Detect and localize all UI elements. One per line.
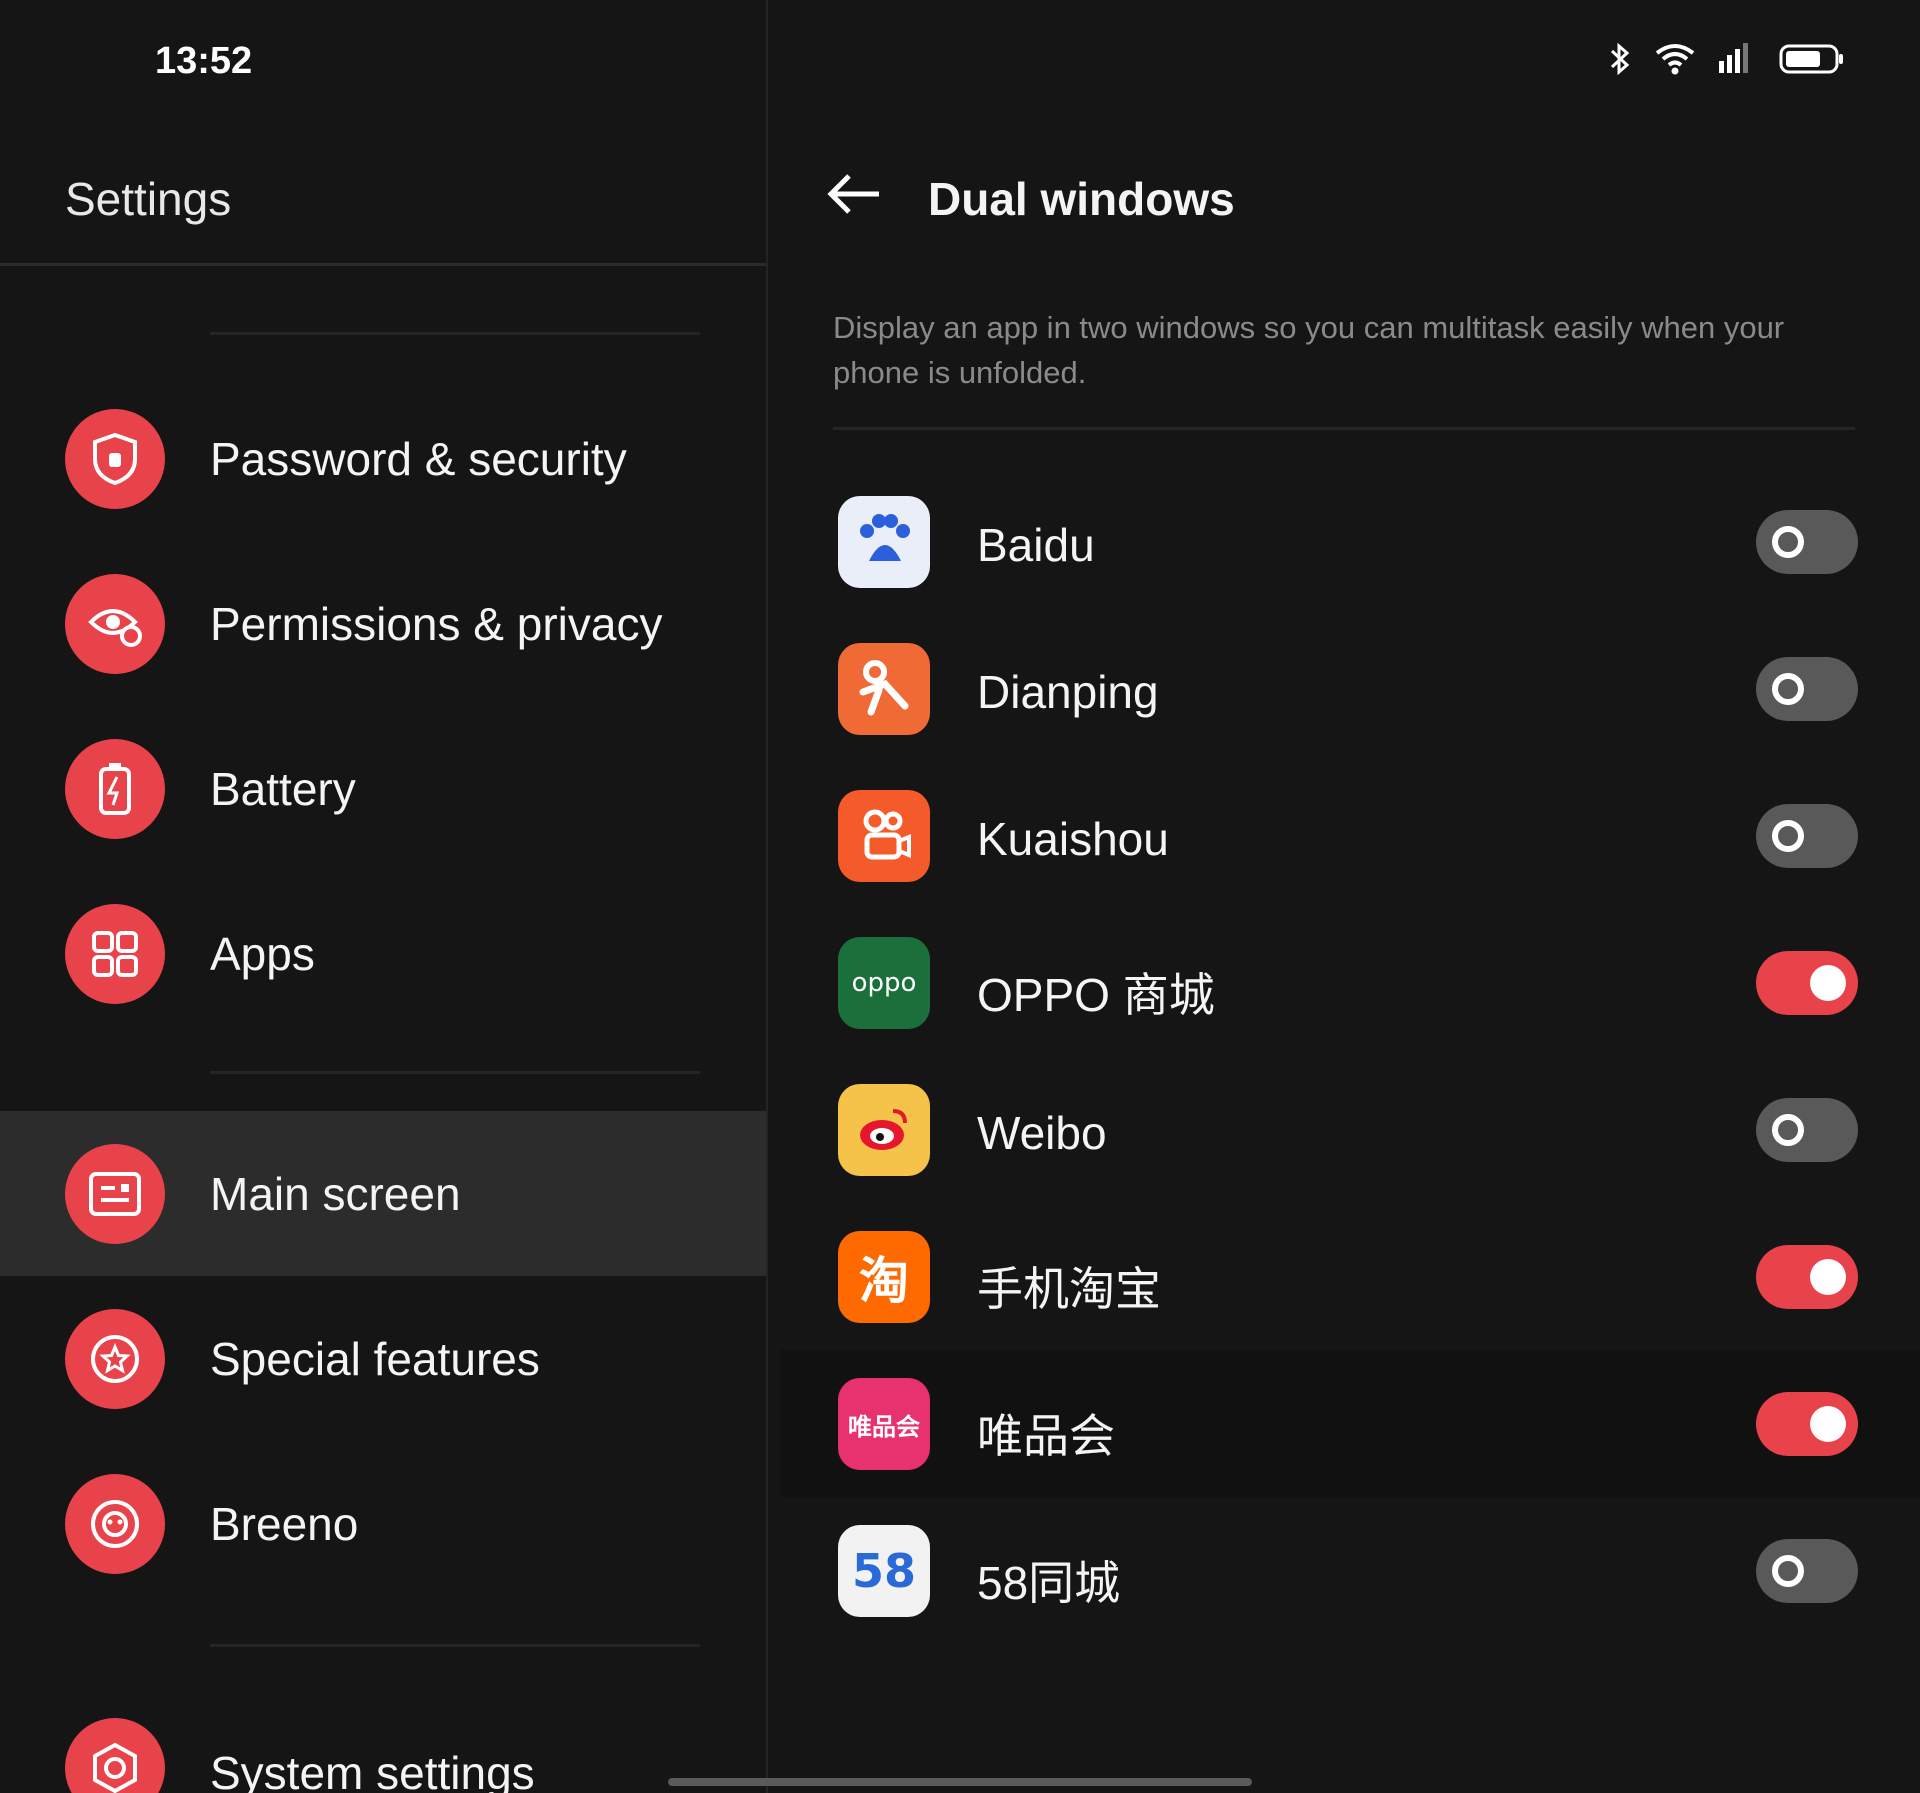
sidebar-item-label: Apps <box>210 927 315 980</box>
app-row-kuaishou[interactable]: Kuaishou <box>780 762 1920 909</box>
sidebar-item-permissions-privacy[interactable]: Permissions & privacy <box>0 541 766 706</box>
taobao-icon: 淘 <box>838 1231 930 1323</box>
vipshop-icon: 唯品会 <box>838 1378 930 1470</box>
sidebar-item-label: Breeno <box>210 1497 359 1550</box>
bluetooth-icon <box>1607 42 1633 76</box>
sidebar-title: Settings <box>65 173 232 225</box>
battery-icon <box>65 738 165 839</box>
home-indicator[interactable] <box>668 1778 1252 1786</box>
app-name: Kuaishou <box>977 813 1169 865</box>
privacy-eye-icon <box>65 573 165 674</box>
signal-icon <box>1717 43 1757 75</box>
breeno-icon <box>65 1473 165 1574</box>
58-icon: 58 <box>838 1525 930 1617</box>
sidebar-item-label: Special features <box>210 1332 540 1385</box>
weibo-icon <box>838 1084 930 1176</box>
page-description: Display an app in two windows so you can… <box>833 310 1785 390</box>
sidebar-item-main-screen[interactable]: Main screen <box>0 1111 766 1276</box>
pane-divider[interactable] <box>766 0 768 1793</box>
battery-icon <box>1779 43 1845 75</box>
shield-icon <box>65 408 165 509</box>
sidebar-item-label: Battery <box>210 762 356 815</box>
sidebar-item-label: Password & security <box>210 432 627 485</box>
sidebar-item-battery[interactable]: Battery <box>0 706 766 871</box>
app-row-dianping[interactable]: Dianping <box>780 615 1920 762</box>
dual-window-toggle[interactable] <box>1756 804 1858 868</box>
status-icons <box>1607 42 1845 76</box>
section-divider <box>210 1644 700 1647</box>
app-name: Baidu <box>977 519 1095 571</box>
dianping-icon <box>838 643 930 735</box>
sidebar-item-breeno[interactable]: Breeno <box>0 1441 766 1606</box>
status-time: 13:52 <box>155 40 253 82</box>
app-row-baidu[interactable]: Baidu <box>780 468 1920 615</box>
app-row-58[interactable]: 58 58同城 <box>780 1497 1920 1644</box>
apps-grid-icon <box>65 903 165 1004</box>
sidebar-item-label: Main screen <box>210 1167 461 1220</box>
app-name: OPPO 商城 <box>977 969 1215 1021</box>
app-row-vipshop[interactable]: 唯品会 唯品会 <box>780 1350 1920 1497</box>
app-row-weibo[interactable]: Weibo <box>780 1056 1920 1203</box>
sidebar-item-label: Permissions & privacy <box>210 597 663 650</box>
baidu-icon <box>838 496 930 588</box>
oppo-store-icon: oppo <box>838 937 930 1029</box>
page-title: Dual windows <box>928 173 1235 225</box>
main-screen-icon <box>65 1143 165 1244</box>
sidebar-item-label: System settings <box>210 1747 535 1793</box>
app-row-taobao[interactable]: 淘 手机淘宝 <box>780 1203 1920 1350</box>
wifi-icon <box>1655 43 1695 75</box>
sidebar-item-password-security[interactable]: Password & security <box>0 376 766 541</box>
gear-icon <box>65 1718 165 1793</box>
dual-window-toggle[interactable] <box>1756 510 1858 574</box>
header-divider <box>0 263 766 266</box>
dual-window-toggle[interactable] <box>1756 657 1858 721</box>
description-divider <box>833 427 1855 430</box>
section-divider <box>210 332 700 335</box>
app-name: Dianping <box>977 666 1159 718</box>
app-name: 唯品会 <box>977 1410 1115 1462</box>
app-name: Weibo <box>977 1107 1107 1159</box>
dual-window-toggle[interactable] <box>1756 1539 1858 1603</box>
star-icon <box>65 1308 165 1409</box>
sidebar-item-system-settings[interactable]: System settings <box>0 1680 766 1793</box>
dual-window-toggle[interactable] <box>1756 1392 1858 1456</box>
app-name: 手机淘宝 <box>977 1263 1161 1315</box>
dual-window-toggle[interactable] <box>1756 1098 1858 1162</box>
dual-window-toggle[interactable] <box>1756 951 1858 1015</box>
dual-window-toggle[interactable] <box>1756 1245 1858 1309</box>
app-row-oppo-store[interactable]: oppo OPPO 商城 <box>780 909 1920 1056</box>
kuaishou-icon <box>838 790 930 882</box>
sidebar-item-special-features[interactable]: Special features <box>0 1276 766 1441</box>
sidebar-item-apps[interactable]: Apps <box>0 871 766 1036</box>
back-arrow-icon[interactable] <box>825 170 883 223</box>
section-divider <box>210 1071 700 1074</box>
app-name: 58同城 <box>977 1557 1121 1609</box>
